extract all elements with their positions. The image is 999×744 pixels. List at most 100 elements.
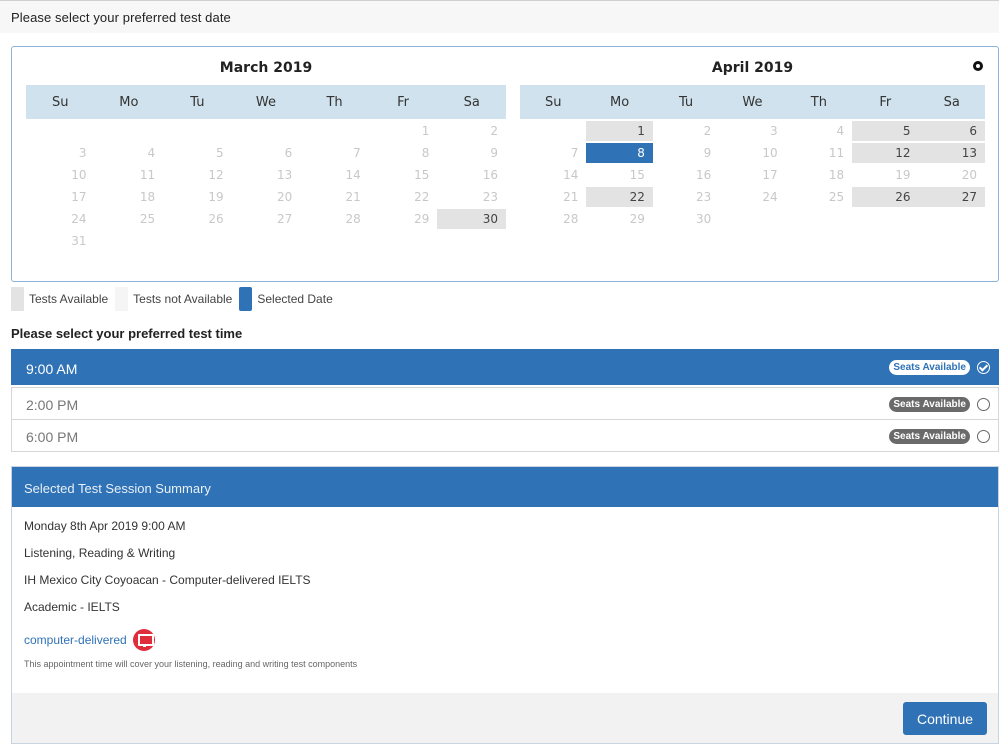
calendar-day-available[interactable]: 1 [586,121,653,141]
calendar-day-empty [163,231,232,251]
calendar-day-empty [369,231,438,251]
summary-title: Selected Test Session Summary [12,467,998,507]
calendar-grid: Su Mo Tu We Th Fr Sa 1 2 3 4 5 6 7 8 9 10 11 12 13 14 15 16 17 1… [520,83,985,231]
calendar-day-unavailable: 23 [482,190,498,204]
calendar-day-unavailable: 12 [208,168,224,182]
calendar-day-unavailable: 15 [629,168,645,182]
calendar-day-unavailable: 18 [139,190,156,204]
calendar-day-unavailable: 10 [71,168,87,182]
month-title: April 2019 [711,60,794,76]
calendar-day-unavailable: 28 [563,212,579,226]
time-slot-label: 2:00 PM [26,397,79,413]
calendar-week-row: 31 [26,231,506,251]
time-slot-label: 9:00 AM [26,361,78,377]
summary-components: Listening, Reading & Writing [24,546,176,560]
weekday-header: Th [785,85,853,119]
summary-note: This appointment time will cover your li… [24,659,358,669]
computer-delivered-link[interactable]: computer-delivered [24,633,127,647]
legend-label-available: Tests Available [29,292,109,306]
seats-available-badge: Seats Available [889,360,970,375]
time-slot-6pm[interactable]: 6:00 PM Seats Available [11,419,999,452]
calendar-day-unavailable: 1 [421,124,430,138]
calendar-day-unavailable: 3 [78,146,87,160]
time-slot-9am[interactable]: 9:00 AM Seats Available [11,349,999,385]
calendar-day-unavailable: 21 [345,190,361,204]
calendar-day-unavailable: 16 [695,168,712,182]
calendar-day-empty [300,121,369,141]
radio-icon[interactable] [977,430,990,443]
calendar-day-unavailable: 11 [139,168,156,182]
calendar-day-unavailable: 24 [762,190,778,204]
calendar-day-unavailable: 19 [895,168,911,182]
calendar-day-unavailable: 17 [762,168,778,182]
weekday-header: Th [300,85,369,119]
calendar-grid: Su Mo Tu We Th Fr Sa 1 2 3 4 5 6 7 8 9 10 11 12 13 14 15 16 17 1… [26,83,506,253]
calendar-day-unavailable: 4 [147,146,156,160]
calendar-day-unavailable: 13 [276,168,293,182]
radio-icon[interactable] [977,398,990,411]
weekday-header: Sa [437,85,506,119]
weekday-header: Mo [94,85,164,119]
delivery-mode: computer-delivered [24,627,998,653]
calendar-day-empty [300,231,369,251]
calendar-day-unavailable: 8 [421,146,430,160]
calendar-day-available[interactable]: 13 [918,143,985,163]
calendar-week-row: 24 25 26 27 28 29 30 [26,209,506,229]
calendar-day-empty [719,209,785,229]
calendar-day-available[interactable]: 26 [852,187,919,207]
calendar-day-unavailable: 14 [563,168,579,182]
calendar-day-available[interactable]: 27 [918,187,985,207]
calendar-day-empty [95,121,164,141]
calendar-day-unavailable: 20 [276,190,293,204]
calendar-week-row: 7 8 9 10 11 12 13 [520,143,985,163]
monitor-icon [132,629,155,651]
calendar-day-available[interactable]: 6 [918,121,985,141]
calendar-day-unavailable: 27 [276,212,293,226]
calendar-april: April 2019 Su Mo Tu We Th Fr Sa 1 2 3 4 5 6 7 8 9 10 11 12… [520,55,985,231]
calendar-march: March 2019 Su Mo Tu We Th Fr Sa 1 2 3 4 5 6 7 8 9 10 11 12… [26,55,506,253]
calendar-day-available[interactable]: 12 [852,143,919,163]
weekday-header: Fr [852,85,919,119]
calendar-day-empty [232,121,301,141]
calendar-day-empty [520,121,586,141]
calendar-day-unavailable: 14 [345,168,361,182]
next-month-icon[interactable] [973,61,983,71]
calendar-day-empty [919,209,985,229]
calendar-day-empty [232,231,301,251]
calendar-legend: Tests Available Tests not Available Sele… [11,287,340,311]
legend-label-not-available: Tests not Available [133,292,233,306]
calendar-day-unavailable: 4 [836,124,845,138]
calendar-day-empty [26,121,95,141]
legend-swatch-selected [239,287,253,311]
calendar-day-unavailable: 7 [570,146,579,160]
continue-button[interactable]: Continue [903,702,987,735]
calendar-day-unavailable: 7 [353,146,361,160]
calendar-day-unavailable: 25 [139,212,156,226]
calendar-week-row: 10 11 12 13 14 15 16 [26,165,506,185]
calendar-day-empty [163,121,232,141]
calendar-day-unavailable: 2 [490,124,498,138]
seats-available-badge: Seats Available [889,429,970,444]
calendar-day-unavailable: 26 [208,212,224,226]
weekday-header: We [231,85,301,119]
calendar-day-available[interactable]: 5 [852,121,919,141]
calendar-week-row: 3 4 5 6 7 8 9 [26,143,506,163]
calendar-day-available[interactable]: 30 [437,209,506,229]
calendar-day-unavailable: 22 [414,190,430,204]
calendar-day-unavailable: 23 [695,190,712,204]
check-circle-icon[interactable] [977,361,990,374]
calendar-day-unavailable: 9 [703,146,712,160]
calendar-day-unavailable: 3 [770,124,778,138]
calendar-day-unavailable: 2 [703,124,712,138]
calendar-day-unavailable: 24 [71,212,87,226]
summary-venue: IH Mexico City Coyoacan - Computer-deliv… [24,573,311,587]
legend-label-selected: Selected Date [257,292,333,306]
calendar-day-available[interactable]: 22 [586,187,653,207]
month-title: March 2019 [219,60,313,76]
calendar-week-row: 17 18 19 20 21 22 23 [26,187,506,207]
time-slot-2pm[interactable]: 2:00 PM Seats Available [11,387,999,420]
calendar-day-unavailable: 18 [828,168,845,182]
weekday-header: Mo [586,85,653,119]
calendar-day-selected[interactable]: 8 [586,143,653,163]
time-section-title: Please select your preferred test time [11,326,243,341]
